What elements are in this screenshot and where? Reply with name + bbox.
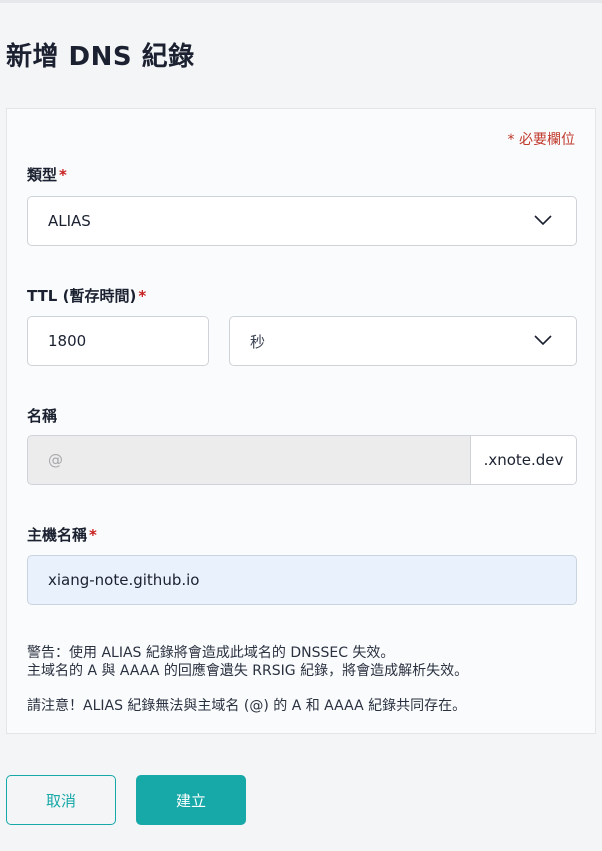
alias-notice: 請注意！ALIAS 紀錄無法與主域名 (@) 的 A 和 AAAA 紀錄共同存在… xyxy=(27,697,466,715)
required-fields-note: * 必要欄位 xyxy=(507,132,575,148)
ttl-input[interactable]: 1800 xyxy=(27,316,209,366)
type-label: 類型 * xyxy=(27,164,67,185)
required-star: * xyxy=(59,166,67,184)
type-select[interactable]: ALIAS xyxy=(27,196,577,246)
ttl-label: TTL (暫存時間) * xyxy=(27,285,146,306)
name-input[interactable]: @ xyxy=(27,435,471,485)
hostname-label-text: 主機名稱 xyxy=(27,526,88,544)
chevron-down-icon xyxy=(534,335,552,345)
page-title: 新增 DNS 紀錄 xyxy=(6,42,195,72)
cancel-button[interactable]: 取消 xyxy=(6,775,116,825)
domain-suffix: .xnote.dev xyxy=(471,435,577,485)
warning-line-dnssec: 警告：使用 ALIAS 紀錄將會造成此域名的 DNSSEC 失效。 xyxy=(27,645,395,661)
ttl-unit-value: 秒 xyxy=(250,332,266,351)
type-label-text: 類型 xyxy=(27,166,58,184)
alias-warning: 警告：使用 ALIAS 紀錄將會造成此域名的 DNSSEC 失效。 主域名的 A… xyxy=(27,644,468,680)
dns-record-form: * 必要欄位 類型 * ALIAS TTL (暫存時間) * 1800 秒 名稱 @… xyxy=(6,108,596,734)
warning-line-rrsig: 主域名的 A 與 AAAA 的回應會遺失 RRSIG 紀錄，將會造成解析失效。 xyxy=(27,663,469,679)
ttl-unit-select[interactable]: 秒 xyxy=(229,316,577,366)
required-star: * xyxy=(138,287,147,305)
hostname-label: 主機名稱 * xyxy=(27,524,97,545)
chevron-down-icon xyxy=(534,215,552,225)
type-select-value: ALIAS xyxy=(48,212,91,230)
notice-line-coexist: 請注意！ALIAS 紀錄無法與主域名 (@) 的 A 和 AAAA 紀錄共同存在… xyxy=(27,698,467,714)
ttl-input-value: 1800 xyxy=(48,332,87,350)
create-button[interactable]: 建立 xyxy=(136,775,246,825)
name-input-placeholder: @ xyxy=(48,451,63,469)
ttl-label-text: TTL (暫存時間) xyxy=(27,287,137,305)
required-star: * xyxy=(89,526,97,544)
domain-suffix-text: .xnote.dev xyxy=(483,451,564,469)
top-edge-divider xyxy=(0,0,602,3)
hostname-input[interactable]: xiang-note.github.io xyxy=(27,555,577,605)
name-label-text: 名稱 xyxy=(27,407,58,425)
hostname-input-value: xiang-note.github.io xyxy=(48,571,200,589)
name-label: 名稱 xyxy=(27,405,57,426)
